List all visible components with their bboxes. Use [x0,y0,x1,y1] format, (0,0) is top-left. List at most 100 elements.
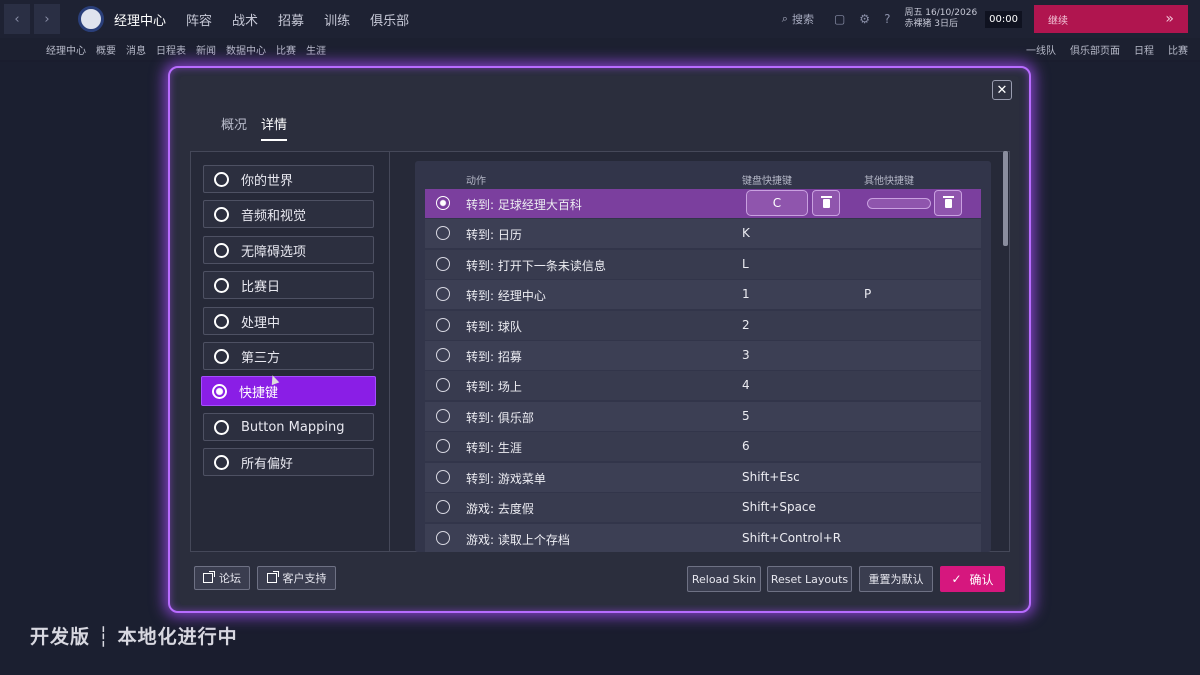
keyboard-shortcut: 5 [742,409,750,423]
subnav-data-hub[interactable]: 数据中心 [226,42,266,57]
subnav-match[interactable]: 比赛 [1168,42,1188,57]
category-third-party[interactable]: 第三方 [203,342,374,370]
delete-keyboard-shortcut-button[interactable] [812,190,840,216]
category-processing[interactable]: 处理中 [203,307,374,335]
table-row[interactable]: 转到: 球队 2 [425,311,981,340]
radio-icon [214,419,229,435]
action-label: 转到: 日历 [466,228,522,242]
menu-tactics[interactable]: 战术 [232,10,258,29]
table-row[interactable]: 转到: 招募 3 [425,341,981,370]
radio-icon [436,531,450,545]
tab-overview[interactable]: 概况 [221,114,247,141]
radio-icon [214,242,229,258]
keyboard-shortcut: 2 [742,318,750,332]
category-shortcuts[interactable]: 快捷键 [201,376,376,406]
table-row[interactable]: 转到: 游戏菜单 Shift+Esc [425,463,981,492]
radio-icon [436,470,450,484]
sub-navigation-bar: 经理中心 概要 消息 日程表 新闻 数据中心 比赛 生涯 一线队 俱乐部页面 日… [0,38,1200,60]
action-label: 转到: 游戏菜单 [466,472,546,486]
table-row[interactable]: 游戏: 读取上个存档 Shift+Control+R [425,524,981,552]
keyboard-shortcut-button[interactable]: C [746,190,808,216]
table-row[interactable]: 转到: 足球经理大百科 C [425,189,981,218]
subnav-news[interactable]: 新闻 [196,42,216,57]
other-shortcut-field[interactable] [867,198,931,209]
category-accessibility[interactable]: 无障碍选项 [203,236,374,264]
time-display: 00:00 [985,10,1022,28]
table-row[interactable]: 转到: 生涯 6 [425,432,981,461]
reset-layouts-button[interactable]: Reset Layouts [767,566,852,592]
check-icon: ✓ [951,572,962,586]
category-label: 你的世界 [241,173,294,189]
trash-icon [820,195,832,208]
subnav-manager-center[interactable]: 经理中心 [46,42,86,57]
search-button[interactable]: ⌕ 搜索 [782,11,814,27]
table-row[interactable]: 转到: 场上 4 [425,371,981,400]
radio-icon [436,439,450,453]
radio-icon [214,348,229,364]
keyboard-shortcut: L [742,257,749,271]
subnav-overview[interactable]: 概要 [96,42,116,57]
forward-arrow-icon[interactable]: › [34,4,60,34]
table-row[interactable]: 转到: 日历 K [425,219,981,248]
close-button[interactable]: ✕ [992,80,1012,100]
category-button-mapping[interactable]: Button Mapping [203,413,374,441]
subnav-career[interactable]: 生涯 [306,42,326,57]
table-row[interactable]: 转到: 经理中心 1 P [425,280,981,309]
confirm-button[interactable]: ✓ 确认 [940,566,1005,592]
reload-skin-button[interactable]: Reload Skin [687,566,761,592]
keyboard-shortcut: Shift+Esc [742,470,800,484]
table-row[interactable]: 游戏: 去度假 Shift+Space [425,493,981,522]
subnav-calendar[interactable]: 日程 [1134,42,1154,57]
menu-club[interactable]: 俱乐部 [370,10,409,29]
other-shortcut: P [864,287,872,301]
category-label: 比赛日 [241,279,281,295]
confirm-label: 确认 [969,572,994,587]
menu-manager-center[interactable]: 经理中心 [114,10,166,29]
keyboard-shortcut: 1 [742,287,750,301]
next-event-line: 赤裸猪 3日后 [904,19,959,29]
subnav-inbox[interactable]: 消息 [126,42,146,57]
help-icon[interactable]: ? [884,12,890,26]
settings-icon[interactable]: ⚙ [859,12,870,26]
category-match-day[interactable]: 比赛日 [203,271,374,299]
category-label: 第三方 [241,350,281,366]
date-line: 周五 16/10/2026 [904,8,978,18]
menu-squad[interactable]: 阵容 [186,10,212,29]
double-chevron-icon: » [1165,11,1174,27]
category-your-world[interactable]: 你的世界 [203,165,374,193]
menu-recruitment[interactable]: 招募 [278,10,304,29]
keyboard-shortcut: 3 [742,348,750,362]
modal-tabs: 概况 详情 [221,114,288,141]
category-label: Button Mapping [241,419,345,435]
table-scrollbar[interactable] [1003,151,1008,246]
club-crest-icon[interactable] [78,6,104,32]
continue-button[interactable]: 继续 » [1034,5,1188,33]
menu-training[interactable]: 训练 [324,10,350,29]
table-row[interactable]: 转到: 打开下一条未读信息 L [425,250,981,279]
table-row[interactable]: 转到: 俱乐部 5 [425,402,981,431]
radio-icon [436,318,450,332]
subnav-schedule[interactable]: 日程表 [156,42,186,57]
subnav-matches[interactable]: 比赛 [276,42,296,57]
reset-default-button[interactable]: 重置为默认 [859,566,933,592]
category-label: 处理中 [241,315,281,331]
subnav-right: 一线队 俱乐部页面 日程 比赛 [1026,38,1188,60]
header-action: 动作 [466,176,486,187]
category-all-preferences[interactable]: 所有偏好 [203,448,374,476]
external-link-icon [266,571,279,583]
forum-button[interactable]: 论坛 [194,566,250,590]
tab-details[interactable]: 详情 [261,114,288,141]
action-label: 转到: 场上 [466,380,522,394]
delete-other-shortcut-button[interactable] [934,190,962,216]
support-button[interactable]: 客户支持 [257,566,336,590]
subnav-club-page[interactable]: 俱乐部页面 [1070,42,1120,57]
action-label: 转到: 招募 [466,350,522,364]
back-arrow-icon[interactable]: ‹ [4,4,30,34]
subnav-first-team[interactable]: 一线队 [1026,42,1056,57]
bookmark-icon[interactable]: ▢ [834,12,845,26]
search-label: 搜索 [791,13,814,26]
category-audio-visual[interactable]: 音频和视觉 [203,200,374,228]
radio-icon [214,206,229,222]
action-label: 转到: 足球经理大百科 [466,198,582,212]
action-label: 游戏: 读取上个存档 [466,533,570,547]
